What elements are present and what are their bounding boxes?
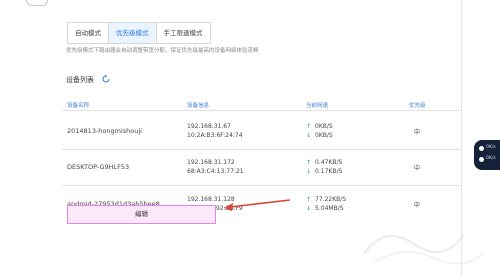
download-speed: ↓ 0KB/S xyxy=(306,132,333,139)
download-arrow-icon: ↓ xyxy=(306,132,312,139)
device-name: 2014813-hongmishouji xyxy=(67,127,142,135)
upload-arrow-icon: ↑ xyxy=(306,196,312,203)
upload-dot-icon xyxy=(479,146,484,151)
mode-description: 优先级模式下路由器会自动调整带宽分配，保证优先级最高的设备网络体验流畅 xyxy=(66,48,259,54)
network-speed-widget[interactable]: 0K/s 0K/s xyxy=(474,140,500,170)
download-arrow-icon: ↓ xyxy=(306,168,312,175)
download-dot-icon xyxy=(479,157,484,162)
device-name: DESKTOP-G9HLF53 xyxy=(67,163,130,171)
priority-value[interactable]: 中 xyxy=(414,200,420,209)
device-mac: 10:2A:B3:6F:24:74 xyxy=(187,132,243,139)
download-speed-value: 0KB/S xyxy=(315,132,333,139)
edit-button[interactable]: 编辑 xyxy=(67,205,216,224)
upload-speed: ↑ 77.22KB/S xyxy=(306,196,346,203)
device-ip: 192.168.31.172 xyxy=(187,159,235,166)
priority-value[interactable]: 中 xyxy=(414,163,420,172)
widget-upload-value: 0K/s xyxy=(486,145,496,150)
upload-speed: ↑ 0.47KB/S xyxy=(306,159,342,166)
upload-arrow-icon: ↑ xyxy=(306,123,312,130)
upload-speed-value: 77.22KB/S xyxy=(315,196,347,203)
download-arrow-icon: ↓ xyxy=(306,205,312,212)
upload-speed-value: 0.47KB/S xyxy=(315,159,343,166)
download-speed-value: 0.17KB/S xyxy=(315,168,343,175)
watermark-logo-icon xyxy=(363,233,485,265)
device-mac: 68:A3:C4:13:77:21 xyxy=(187,168,244,175)
row-divider xyxy=(62,149,460,150)
tab-priority-mode[interactable]: 优先级模式 xyxy=(109,23,157,43)
download-speed: ↓ 5.04MB/S xyxy=(306,205,344,212)
annotation-arrow-icon xyxy=(224,199,291,211)
header-device-info: 设备信息 xyxy=(187,103,210,109)
header-priority: 优先级 xyxy=(409,103,426,109)
upload-speed: ↑ 0KB/S xyxy=(306,123,333,130)
widget-download-value: 0K/s xyxy=(486,156,496,161)
tab-manual-mode[interactable]: 手工限速模式 xyxy=(157,23,210,43)
device-ip: 192.168.31.67 xyxy=(187,123,231,130)
upload-arrow-icon: ↑ xyxy=(306,159,312,166)
priority-value[interactable]: 中 xyxy=(414,127,420,136)
row-divider xyxy=(62,185,460,186)
top-toggle[interactable] xyxy=(26,0,48,6)
download-speed: ↓ 0.17KB/S xyxy=(306,168,342,175)
mode-tabs: 自动模式 优先级模式 手工限速模式 xyxy=(67,22,211,44)
upload-speed-value: 0KB/S xyxy=(315,123,333,130)
refresh-icon[interactable] xyxy=(101,74,111,84)
header-device-name: 设备名称 xyxy=(67,103,90,109)
header-divider xyxy=(62,110,460,111)
header-current-speed: 当前网速 xyxy=(306,103,329,109)
tab-auto-mode[interactable]: 自动模式 xyxy=(68,23,109,43)
download-speed-value: 5.04MB/S xyxy=(315,205,344,212)
device-list-title: 设备列表 xyxy=(66,76,94,84)
